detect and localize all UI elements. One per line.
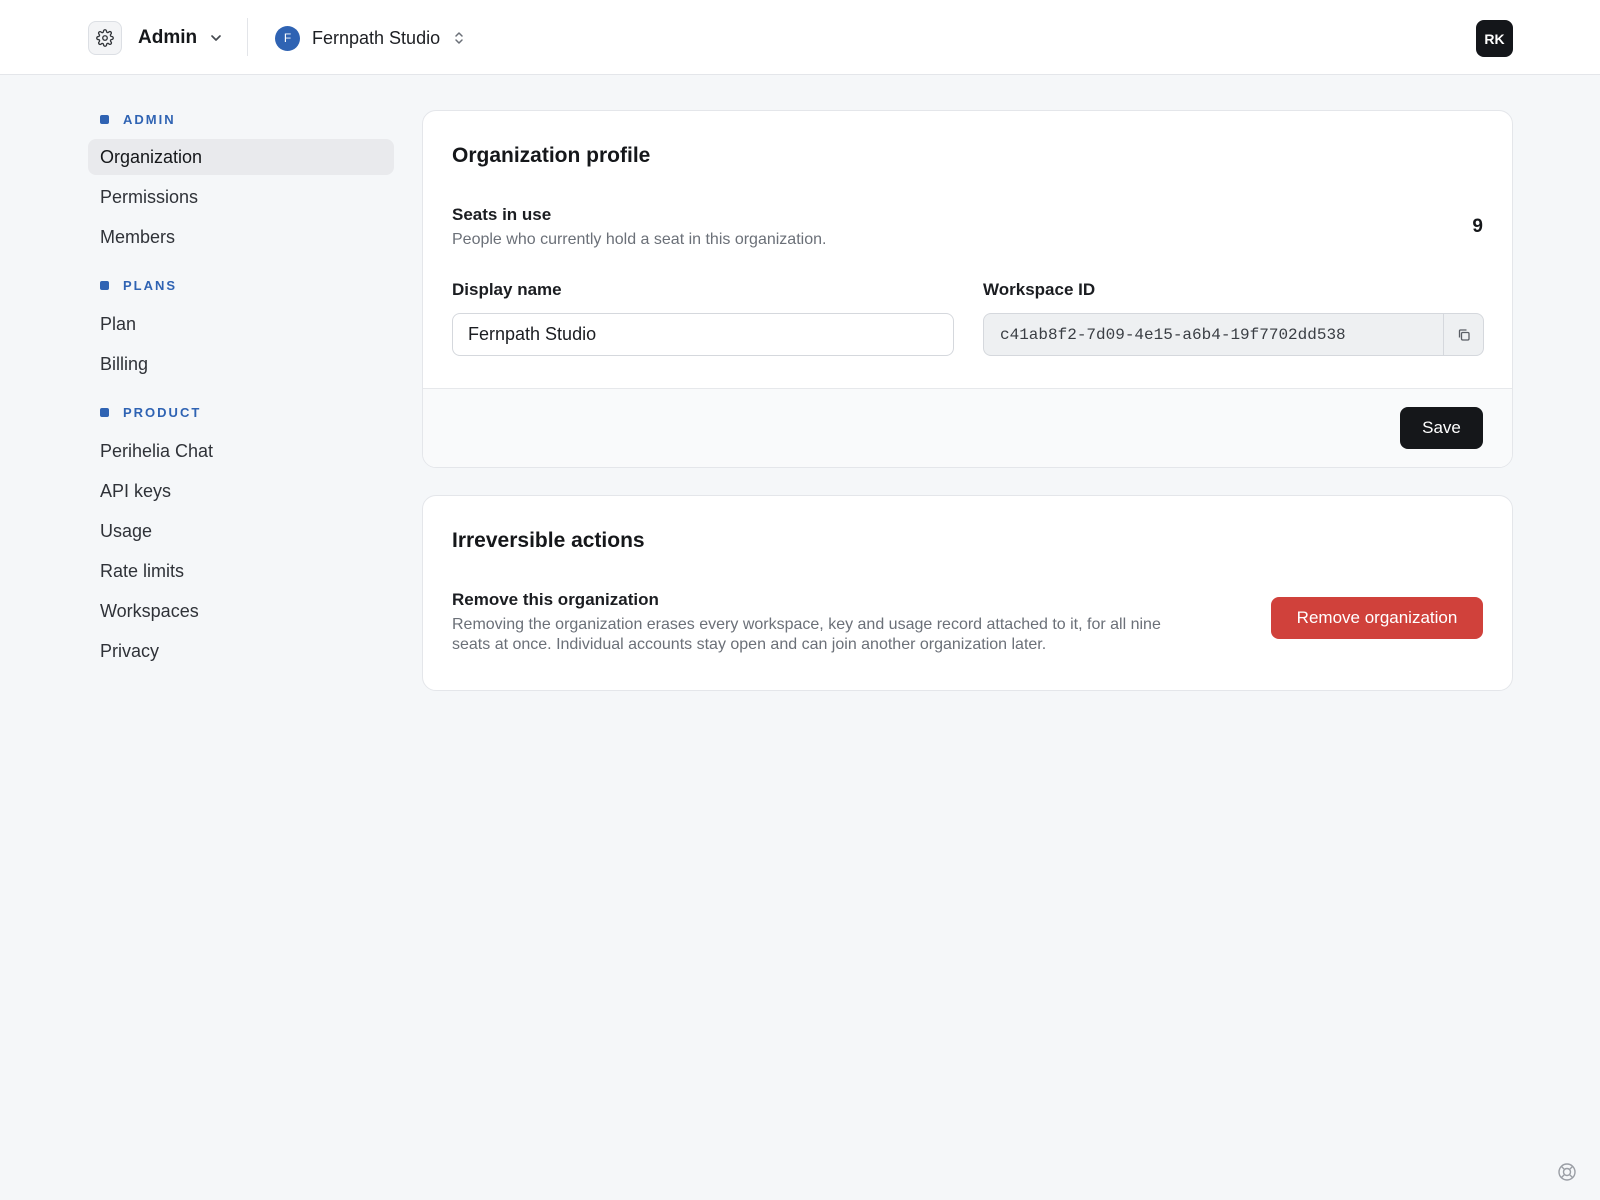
sidebar-item-perihelia-chat[interactable]: Perihelia Chat (88, 433, 394, 469)
remove-org-title: Remove this organization (452, 590, 659, 609)
seats-description: People who currently hold a seat in this… (452, 231, 827, 248)
seats-title: Seats in use (452, 205, 552, 224)
admin-label: Admin (138, 27, 198, 48)
copy-icon (1458, 328, 1470, 341)
card-footer: Save (423, 388, 1512, 467)
sidebar-item-rate-limits[interactable]: Rate limits (88, 553, 394, 589)
lifebuoy-icon (1558, 1163, 1576, 1181)
workspace-id-label: Workspace ID (983, 280, 1096, 299)
org-avatar: F (275, 25, 300, 51)
admin-dropdown[interactable]: Admin (138, 22, 223, 54)
sidebar-item-usage[interactable]: Usage (88, 513, 394, 549)
section-marker-icon (100, 280, 109, 290)
section-marker-icon (100, 114, 109, 124)
sidebar-item-workspaces[interactable]: Workspaces (88, 593, 394, 629)
card-title: Organization profile (452, 144, 651, 167)
sidebar-item-organization[interactable]: Organization (88, 139, 394, 175)
seats-count: 9 (1472, 216, 1483, 237)
org-name: Fernpath Studio (312, 27, 441, 48)
card-title: Irreversible actions (452, 529, 645, 552)
display-name-input[interactable] (452, 313, 954, 356)
sidebar-section-plans: PLANS (100, 275, 177, 295)
user-avatar[interactable]: RK (1476, 20, 1513, 57)
section-label: PLANS (123, 277, 178, 293)
sidebar-item-members[interactable]: Members (88, 219, 394, 255)
section-label: ADMIN (123, 111, 176, 127)
copy-button[interactable] (1443, 314, 1483, 355)
sidebar-item-plan[interactable]: Plan (88, 306, 394, 342)
help-button[interactable] (1557, 1162, 1577, 1187)
remove-org-description-line-1: Removing the organization erases every w… (452, 616, 1161, 633)
settings-button[interactable] (88, 21, 122, 55)
remove-organization-button[interactable]: Remove organization (1271, 597, 1483, 639)
header-divider (247, 18, 248, 56)
sidebar-item-permissions[interactable]: Permissions (88, 179, 394, 215)
sidebar-item-billing[interactable]: Billing (88, 346, 394, 382)
sidebar-section-product: PRODUCT (100, 402, 201, 422)
chevron-updown-icon (455, 32, 463, 44)
gear-icon (96, 29, 114, 47)
save-button[interactable]: Save (1400, 407, 1483, 449)
top-bar: Admin F Fernpath Studio RK (0, 0, 1600, 75)
display-name-label: Display name (452, 280, 562, 299)
org-switcher[interactable]: F Fernpath Studio (275, 24, 465, 52)
irreversible-actions-card: Irreversible actions Remove this organiz… (422, 495, 1513, 691)
remove-org-description-line-2: seats at once. Individual accounts stay … (452, 636, 1047, 653)
organization-profile-card: Organization profile Seats in use People… (422, 110, 1513, 468)
org-switch-chevron (453, 30, 465, 46)
sidebar-item-api-keys[interactable]: API keys (88, 473, 394, 509)
section-label: PRODUCT (123, 404, 202, 420)
workspace-id-value: c41ab8f2-7d09-4e15-a6b4-19f7702dd538 (1000, 325, 1346, 344)
section-marker-icon (100, 407, 109, 417)
sidebar-item-privacy[interactable]: Privacy (88, 633, 394, 669)
sidebar-section-admin: ADMIN (100, 109, 176, 129)
workspace-id-field: c41ab8f2-7d09-4e15-a6b4-19f7702dd538 (983, 313, 1484, 356)
chevron-down-icon (211, 35, 221, 41)
